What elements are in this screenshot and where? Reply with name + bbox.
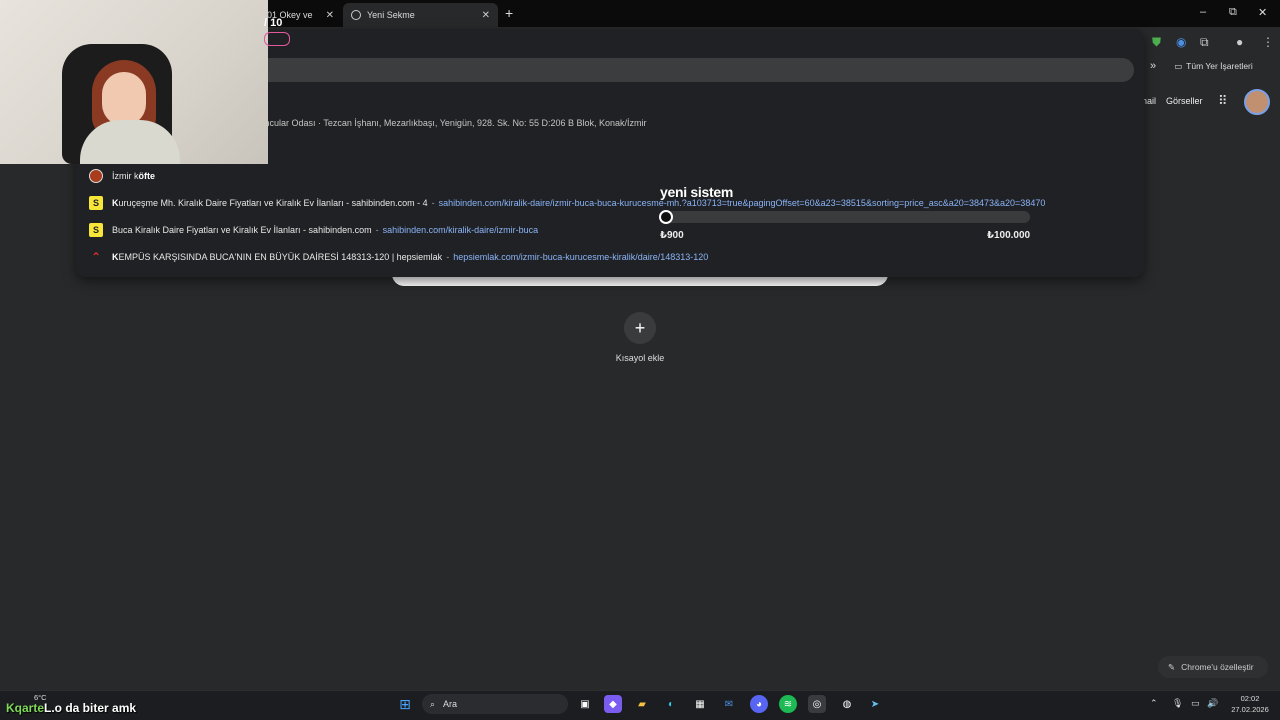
extension-icon[interactable]: ◉: [1176, 35, 1186, 49]
score-overlay: / 10: [264, 17, 283, 29]
minimize-button[interactable]: –: [1200, 6, 1206, 18]
price-slider-handle[interactable]: [659, 210, 673, 224]
puzzle-icon[interactable]: ⧉: [1200, 35, 1209, 50]
volume-icon[interactable]: 🔊: [1207, 698, 1218, 709]
price-max-label: ₺100.000: [987, 230, 1031, 241]
profile-icon[interactable]: ●: [1236, 35, 1243, 49]
gmail-link[interactable]: nail: [1142, 96, 1156, 106]
chrome-icon[interactable]: ◎: [808, 695, 826, 713]
webcam-person-face: [102, 72, 146, 126]
price-slider-track[interactable]: [662, 211, 1030, 223]
store-icon[interactable]: ▦: [691, 695, 709, 713]
suggestion-url: sahibinden.com/kiralik-daire/izmir-buca: [382, 225, 539, 235]
obs-icon[interactable]: ◍: [838, 695, 856, 713]
shield-icon[interactable]: ⛊: [1152, 35, 1161, 50]
search-icon: ⌕: [430, 698, 436, 709]
chrome-icon: [351, 10, 361, 20]
avatar[interactable]: [1244, 89, 1270, 115]
overflow-icon[interactable]: »: [1150, 60, 1156, 72]
discord-icon[interactable]: ◕: [750, 695, 768, 713]
microphone-icon[interactable]: 🎙: [1172, 698, 1183, 709]
suggestion-title: EMPÜS KARŞISINDA BUCA'NIN EN BÜYÜK DAİRE…: [118, 252, 443, 262]
webcam-overlay: [0, 0, 268, 164]
tab-label: Yeni Sekme: [367, 10, 415, 20]
close-icon[interactable]: ✕: [326, 10, 334, 21]
separator: -: [375, 225, 379, 235]
suggestion-url: hepsiemlak.com/izmir-buca-kurucesme-kira…: [453, 252, 709, 262]
task-view-icon[interactable]: ▣: [576, 695, 594, 713]
edge-icon[interactable]: ◐: [662, 695, 680, 713]
sahibinden-icon: S: [89, 223, 103, 237]
clock[interactable]: 02:02 27.02.2026: [1226, 693, 1274, 715]
overlay-badge: [264, 32, 290, 46]
close-icon[interactable]: ✕: [482, 10, 490, 21]
bookmarks-bar: » ▭ Tüm Yer İşaretleri: [1150, 58, 1253, 74]
caption-username: Kqarte: [6, 701, 45, 715]
maximize-button[interactable]: ⧉: [1229, 6, 1237, 19]
suggestion-title-bold: öfte: [138, 171, 156, 181]
mail-icon[interactable]: ✉: [720, 695, 738, 713]
suggestion-row[interactable]: İzmir köfte: [76, 163, 1144, 189]
address-suggestion[interactable]: ıncular Odası · Tezcan İşhanı, Mezarlıkb…: [262, 118, 647, 128]
food-icon: [89, 169, 103, 183]
apps-grid-icon[interactable]: ⠿: [1218, 93, 1228, 109]
separator: -: [446, 252, 450, 262]
menu-icon[interactable]: ⋮: [1262, 35, 1274, 49]
suggestion-row[interactable]: ⌃ KEMPÜS KARŞISINDA BUCA'NIN EN BÜYÜK DA…: [76, 244, 1144, 270]
clock-date: 27.02.2026: [1231, 705, 1269, 714]
copilot-icon[interactable]: ◆: [604, 695, 622, 713]
new-tab-button[interactable]: +: [505, 5, 513, 21]
separator: -: [431, 198, 435, 208]
price-min-label: ₺900: [660, 230, 684, 241]
network-icon[interactable]: ▭: [1191, 698, 1200, 709]
suggestion-title: Buca Kiralık Daire Fiyatları ve Kiralık …: [112, 225, 372, 235]
suggestion-title: İzmir k: [112, 171, 139, 181]
tab-new[interactable]: Yeni Sekme ✕: [343, 3, 498, 27]
pencil-icon: ✎: [1168, 661, 1176, 672]
suggestion-title: uruçeşme Mh. Kiralık Daire Fiyatları ve …: [118, 198, 428, 208]
stream-caption: KqarteL.o da biter amk: [6, 701, 136, 715]
taskbar-search-label: Ara: [443, 699, 458, 709]
hepsiemlak-icon: ⌃: [90, 250, 102, 264]
steam-icon[interactable]: ➤: [866, 695, 884, 713]
windows-start-icon[interactable]: ⊞: [396, 695, 414, 713]
address-bar[interactable]: [254, 58, 1134, 82]
suggestion-url: sahibinden.com/kiralik-daire/izmir-buca-…: [438, 198, 1046, 208]
clock-time: 02:02: [1240, 694, 1260, 703]
price-widget-title: yeni sistem: [660, 184, 733, 200]
customize-chrome-button[interactable]: ✎ Chrome'u özelleştir: [1158, 656, 1268, 678]
add-shortcut-label: Kısayol ekle: [615, 353, 665, 363]
images-link[interactable]: Görseller: [1166, 96, 1203, 106]
add-shortcut-button[interactable]: +: [624, 312, 656, 344]
caption-text: L.o da biter amk: [44, 701, 137, 715]
sahibinden-icon: S: [89, 196, 103, 210]
close-window-button[interactable]: ✕: [1258, 6, 1267, 19]
folder-icon: ▭: [1174, 60, 1183, 71]
file-explorer-icon[interactable]: ▰: [633, 695, 651, 713]
chevron-up-icon[interactable]: ⌃: [1150, 698, 1158, 709]
taskbar-search[interactable]: ⌕ Ara: [422, 694, 568, 714]
all-bookmarks-link[interactable]: Tüm Yer İşaretleri: [1186, 61, 1253, 71]
customize-label: Chrome'u özelleştir: [1181, 662, 1254, 672]
spotify-icon[interactable]: ≋: [779, 695, 797, 713]
